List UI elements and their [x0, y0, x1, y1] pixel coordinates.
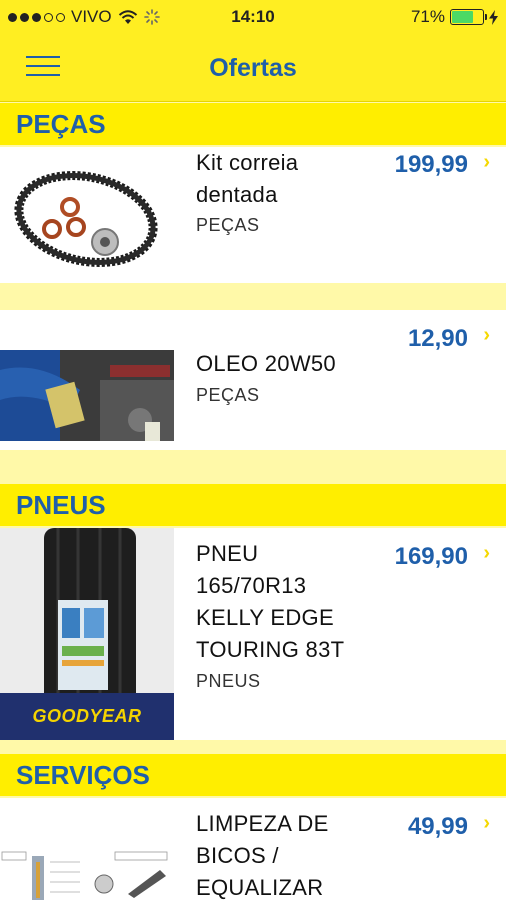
item-name: LIMPEZA DE BICOS / EQUALIZAR	[196, 811, 329, 900]
offer-item-pneu[interactable]: GOODYEAR PNEU 165/70R13 KELLY EDGE TOURI…	[0, 528, 506, 740]
section-header-servicos: SERVIÇOS	[0, 754, 506, 796]
section-header-pecas: PEÇAS	[0, 103, 506, 145]
offer-item-kit-correia[interactable]: Kit correia dentada PEÇAS 199,99 ›	[0, 147, 506, 283]
battery-icon	[450, 9, 487, 25]
item-price: 169,90	[394, 543, 468, 570]
product-image-oil-change	[0, 350, 174, 441]
item-price: 12,90	[407, 325, 468, 352]
item-name: PNEU 165/70R13 KELLY EDGE TOURING 83T	[196, 541, 345, 662]
offer-item-limpeza-bicos[interactable]: LIMPEZA DE BICOS / EQUALIZAR 49,99 ›	[0, 798, 506, 900]
item-category: PEÇAS	[196, 215, 260, 235]
item-name: OLEO 20W50	[196, 351, 336, 376]
product-image-tire: GOODYEAR	[0, 528, 174, 740]
item-category: PNEUS	[196, 671, 261, 691]
item-price: 49,99	[407, 813, 468, 840]
page-title: Ofertas	[209, 54, 297, 82]
bolt-icon	[489, 9, 498, 25]
status-bar: VIVO 14:10 71%	[0, 0, 506, 36]
battery-level	[452, 11, 474, 23]
navigation-bar: Ofertas	[0, 36, 506, 102]
offer-item-oleo[interactable]: OLEO 20W50 PEÇAS 12,90 ›	[0, 310, 506, 450]
chevron-right-icon: ›	[483, 151, 490, 173]
item-price: 199,99	[394, 151, 468, 178]
item-category: PEÇAS	[196, 385, 260, 405]
product-image-injector-diagram	[0, 850, 174, 900]
chevron-right-icon: ›	[483, 542, 490, 564]
battery-percent: 71%	[410, 7, 445, 26]
section-header-pneus: PNEUS	[0, 484, 506, 526]
chevron-right-icon: ›	[483, 324, 490, 346]
chevron-right-icon: ›	[483, 812, 490, 834]
goodyear-logo: GOODYEAR	[32, 706, 142, 726]
status-right: 71%	[411, 7, 498, 27]
product-image-timing-belt-kit	[0, 147, 174, 283]
item-name: Kit correia dentada	[196, 150, 299, 207]
